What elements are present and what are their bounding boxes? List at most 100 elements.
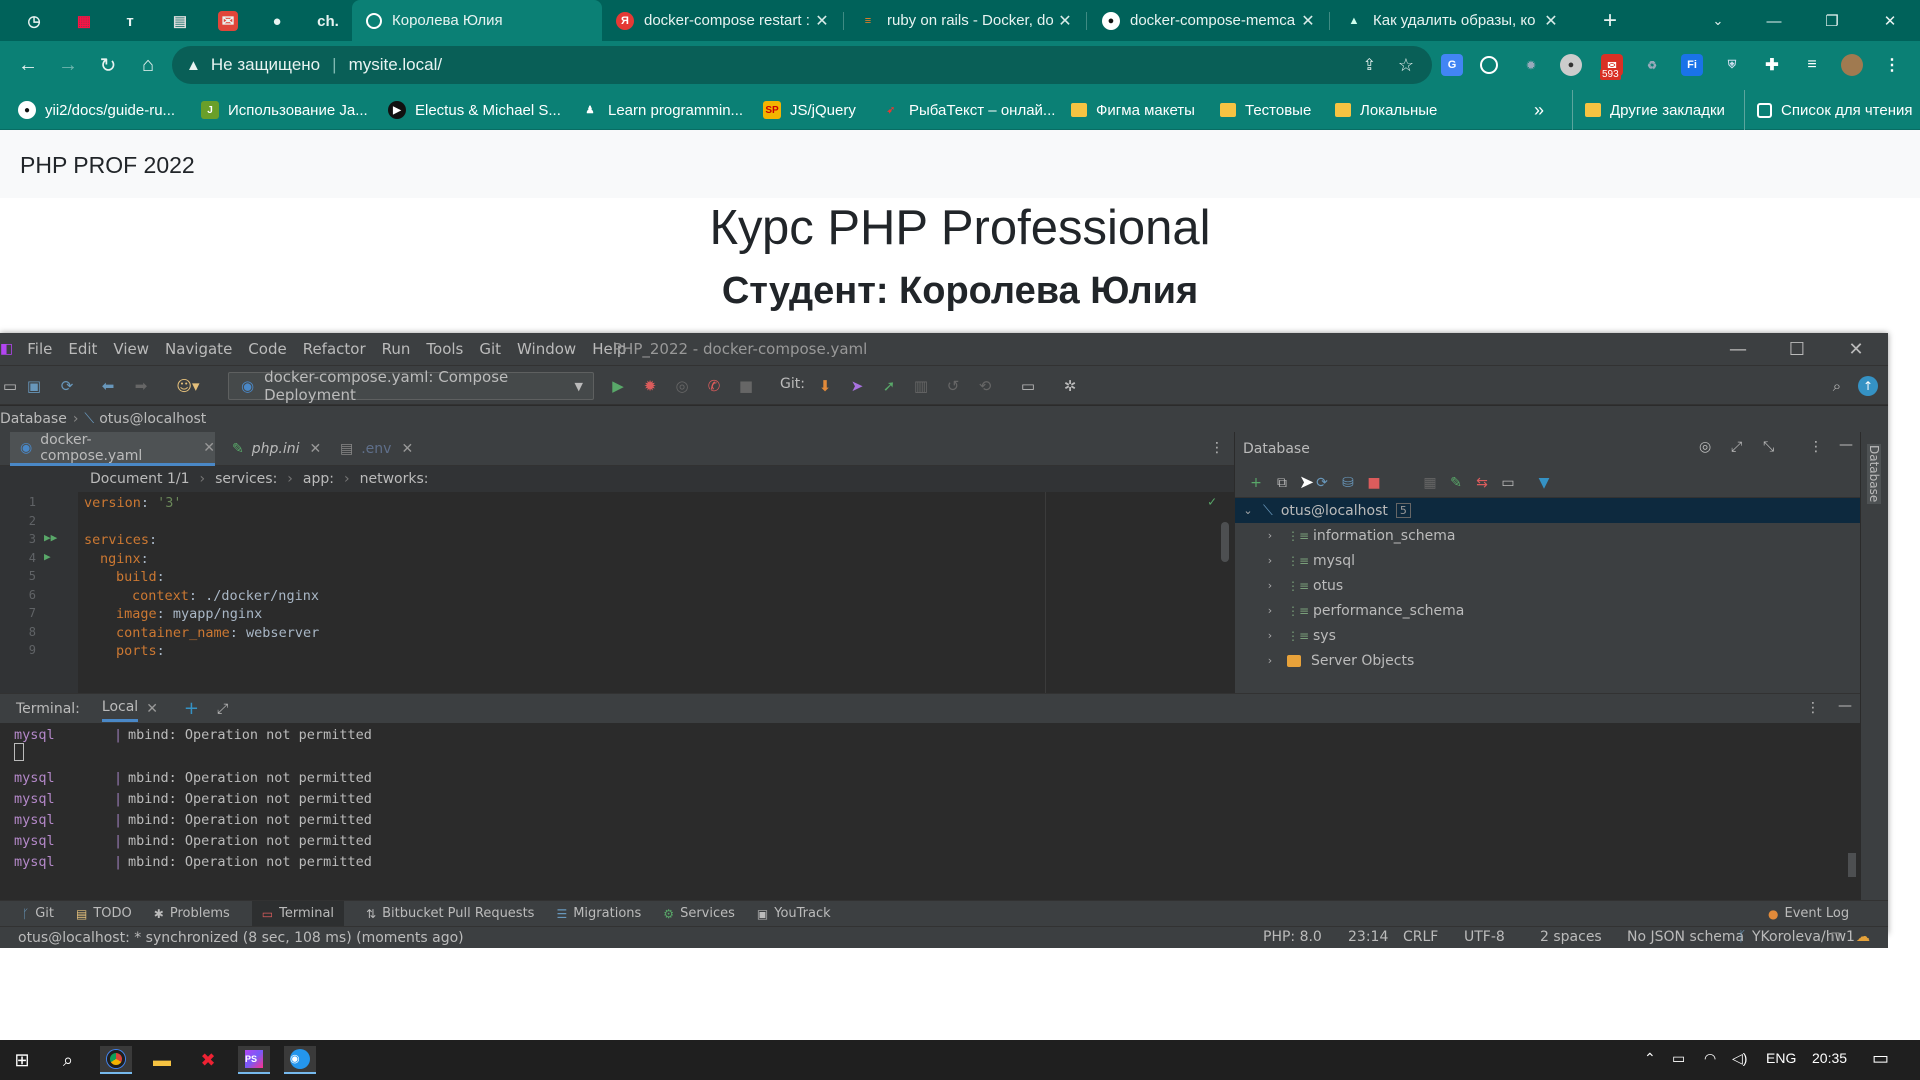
status-message[interactable]: otus@localhost: * synchronized (8 sec, 1…: [18, 930, 464, 946]
collapse-icon[interactable]: ⤡: [1763, 439, 1774, 455]
reload-icon[interactable]: ↻: [92, 49, 124, 81]
console-icon[interactable]: ▭: [1499, 474, 1517, 492]
open-folder-icon[interactable]: ▭: [0, 376, 20, 396]
hide-panel-icon[interactable]: —: [1839, 437, 1853, 453]
forward-arrow-icon[interactable]: ➡: [131, 376, 151, 396]
hide-terminal-icon[interactable]: —: [1838, 698, 1852, 714]
code-editor[interactable]: 1 2 3 4 5 6 7 8 9 ▶▶ ▶ version: '3' services: nginx:…: [0, 492, 1234, 693]
tab-close-icon[interactable]: ✕: [1055, 11, 1075, 31]
tool-problems[interactable]: ✱ Problems: [154, 906, 230, 921]
tool-services[interactable]: ⚙ Services: [663, 906, 735, 921]
menu-edit[interactable]: Edit: [68, 340, 97, 358]
tool-git[interactable]: ᚴ Git: [22, 906, 54, 921]
menu-view[interactable]: View: [113, 340, 149, 358]
git-push-icon[interactable]: ➚: [879, 376, 899, 396]
pinned-tab-bookmark-icon[interactable]: ᴛ: [118, 9, 142, 33]
target-icon[interactable]: ◎: [1699, 439, 1711, 455]
tree-schema[interactable]: › ⋮≡ information_schema: [1235, 523, 1861, 548]
forward-arrow-icon[interactable]: →: [52, 49, 84, 81]
run-configuration-select[interactable]: ◉ docker-compose.yaml: Compose Deploymen…: [228, 368, 594, 404]
close-icon[interactable]: ✕: [401, 441, 413, 457]
security-status[interactable]: Не защищено: [211, 55, 320, 75]
volume-icon[interactable]: ◁): [1732, 1050, 1747, 1067]
tool-terminal[interactable]: ▭ Terminal: [251, 900, 345, 927]
add-icon[interactable]: +: [1247, 474, 1265, 492]
status-caret-position[interactable]: 23:14: [1348, 929, 1388, 945]
tool-event-log[interactable]: ● Event Log: [1768, 906, 1849, 921]
terminal-tab-local[interactable]: Local: [101, 695, 139, 722]
bookmark-folder[interactable]: Тестовые: [1220, 90, 1311, 130]
git-commit-icon[interactable]: ➤: [847, 376, 867, 396]
pinned-tab-mail-icon[interactable]: ✉: [218, 11, 238, 31]
puzzle-extensions-icon[interactable]: ✚: [1761, 54, 1783, 76]
bookmark-folder[interactable]: Фигма макеты: [1071, 90, 1195, 130]
copy-icon[interactable]: ⧉: [1273, 474, 1291, 492]
status-php-version[interactable]: PHP: 8.0: [1263, 929, 1322, 945]
update-icon[interactable]: ↑: [1858, 376, 1878, 396]
menu-tools[interactable]: Tools: [426, 340, 463, 358]
profile-avatar[interactable]: [1841, 54, 1863, 76]
refresh-icon[interactable]: ⟳: [1313, 474, 1331, 492]
save-icon[interactable]: ▣: [24, 376, 44, 396]
status-json-schema[interactable]: No JSON schema: [1627, 929, 1744, 945]
site-brand[interactable]: PHP PROF 2022: [20, 152, 195, 179]
editor-tab-docker-compose[interactable]: ◉ docker-compose.yaml ✕: [10, 432, 215, 466]
pinned-tab-trello-icon[interactable]: ▦: [72, 9, 96, 33]
cookie-extension-icon[interactable]: ●: [1560, 54, 1582, 76]
tab-close-icon[interactable]: ✕: [1298, 11, 1318, 31]
panel-options-icon[interactable]: ⋮: [1809, 439, 1823, 455]
clock[interactable]: 20:35: [1812, 1050, 1847, 1066]
tab-article[interactable]: ▲ Как удалить образы, ко ✕: [1331, 0, 1571, 41]
editor-scrollbar[interactable]: [1221, 522, 1229, 562]
pinned-tab-note-icon[interactable]: ▤: [168, 9, 192, 33]
stop-icon[interactable]: ■: [736, 376, 756, 396]
tree-schema[interactable]: › ⋮≡ performance_schema: [1235, 598, 1861, 623]
lock-icon[interactable]: ⊓: [1830, 929, 1841, 945]
inspection-ok-icon[interactable]: ✓: [1208, 494, 1216, 510]
reading-list-icon[interactable]: ≡: [1801, 54, 1823, 76]
bookmark-item[interactable]: ➶ РыбаТекст – онлай...: [882, 90, 1056, 130]
close-icon[interactable]: ✕: [309, 441, 321, 457]
url-text[interactable]: mysite.local/: [349, 55, 443, 75]
search-icon[interactable]: ⌕: [52, 1046, 84, 1074]
bookmark-item[interactable]: ● yii2/docs/guide-ru...: [18, 90, 175, 130]
git-rollback-icon[interactable]: ⟲: [975, 376, 995, 396]
run-gutter-icon[interactable]: ▶: [44, 550, 51, 563]
back-arrow-icon[interactable]: ←: [12, 49, 44, 81]
bookmark-item[interactable]: ♟ Learn programmin...: [581, 90, 744, 130]
terminal-options-icon[interactable]: ⋮: [1806, 700, 1820, 716]
ide-minimize-icon[interactable]: —: [1724, 335, 1752, 363]
ide-maximize-icon[interactable]: ☐: [1783, 335, 1811, 363]
sync-icon[interactable]: ⟳: [57, 376, 77, 396]
ide-close-icon[interactable]: ✕: [1842, 335, 1870, 363]
terminal-icon[interactable]: ▭: [1018, 376, 1038, 396]
fi-extension-icon[interactable]: Fi: [1681, 54, 1703, 76]
bookmark-star-icon[interactable]: ☆: [1398, 55, 1414, 76]
chrome-icon[interactable]: [100, 1046, 132, 1074]
tree-schema[interactable]: › ⋮≡ otus: [1235, 573, 1861, 598]
tree-schema[interactable]: › ⋮≡ sys: [1235, 623, 1861, 648]
close-icon[interactable]: ✕: [203, 440, 215, 456]
crumb-item[interactable]: networks:: [360, 471, 429, 487]
tab-github[interactable]: ● docker-compose-memca ✕: [1088, 0, 1328, 41]
tool-bitbucket[interactable]: ⇅ Bitbucket Pull Requests: [366, 906, 534, 921]
gear-extension-icon[interactable]: ✹: [1520, 54, 1542, 76]
filter-icon[interactable]: ▼: [1535, 474, 1553, 492]
language-indicator[interactable]: ENG: [1766, 1050, 1796, 1066]
reading-list-button[interactable]: Список для чтения: [1744, 90, 1913, 130]
menu-git[interactable]: Git: [479, 340, 501, 358]
status-encoding[interactable]: UTF-8: [1464, 929, 1505, 945]
window-minimize-icon[interactable]: —: [1762, 9, 1786, 33]
database-side-tab[interactable]: Database: [1867, 444, 1881, 504]
expand-icon[interactable]: ⤢: [217, 701, 228, 717]
tab-stackoverflow[interactable]: ≡ ruby on rails - Docker, do ✕: [845, 0, 1085, 41]
menu-refactor[interactable]: Refactor: [303, 340, 366, 358]
plugin-icon[interactable]: ✲: [1060, 376, 1080, 396]
phone-debug-icon[interactable]: ✆: [704, 376, 724, 396]
recycle-extension-icon[interactable]: ♻: [1641, 54, 1663, 76]
window-close-icon[interactable]: ✕: [1878, 9, 1902, 33]
tab-options-icon[interactable]: ⋮: [1210, 440, 1224, 456]
terminal-output[interactable]: mysql | mbind: Operation not permitted mysq…: [0, 723, 1860, 900]
search-icon[interactable]: ⌕: [1827, 376, 1847, 396]
phpstorm-icon[interactable]: PS: [238, 1046, 270, 1074]
